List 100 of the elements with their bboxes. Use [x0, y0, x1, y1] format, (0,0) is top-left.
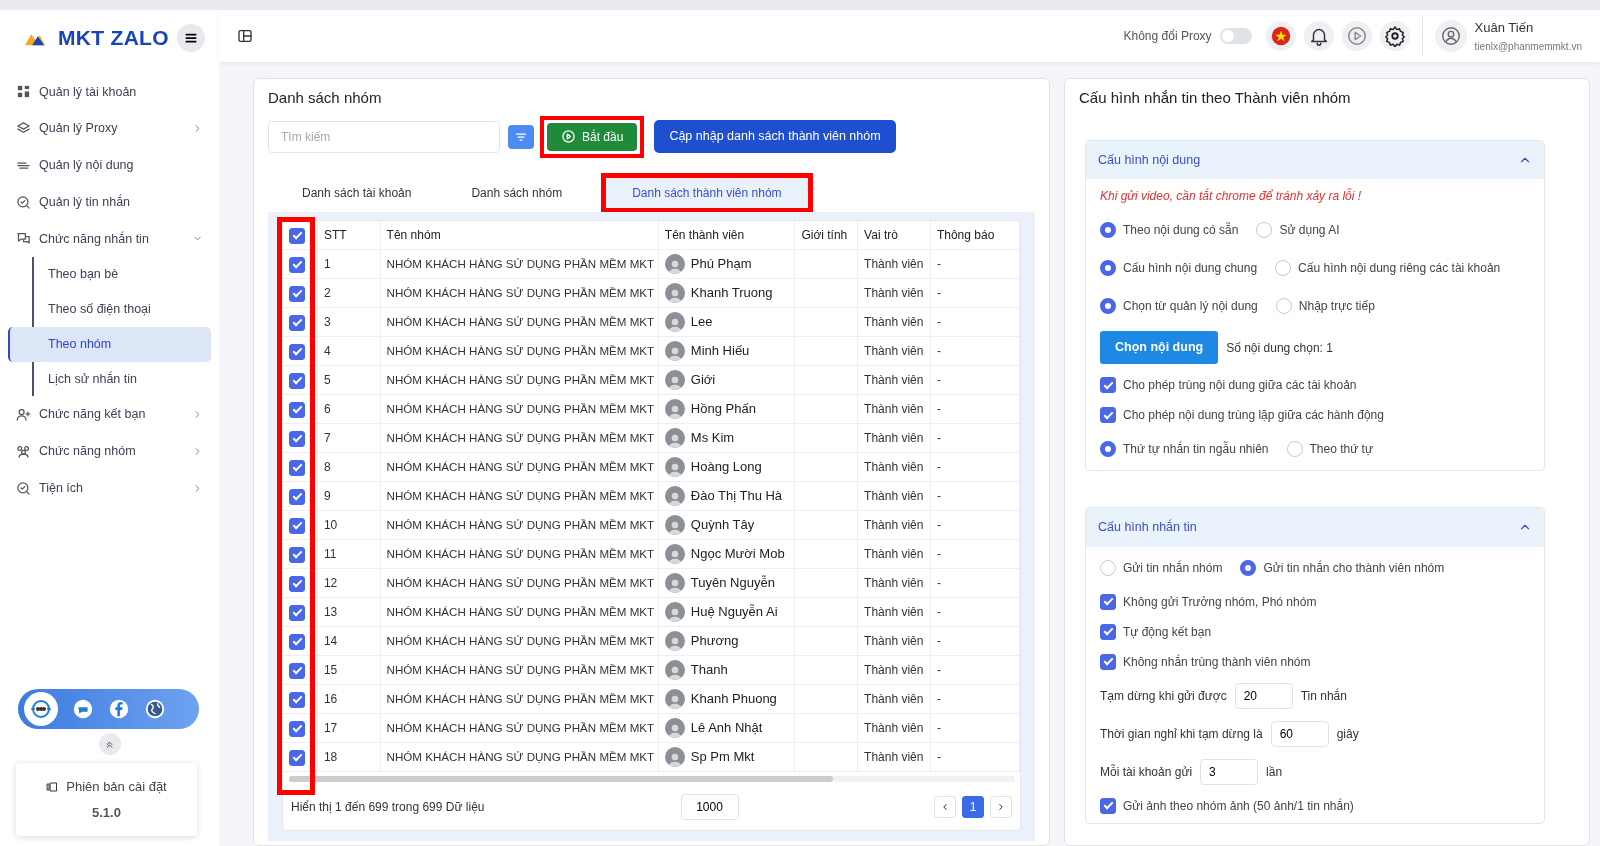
- radio-option[interactable]: Cấu hình nội dung riêng các tài khoản: [1275, 259, 1501, 278]
- table-cell: 1: [317, 249, 381, 279]
- table-cell: 15: [317, 655, 381, 685]
- number-field[interactable]: 60: [1270, 720, 1329, 747]
- number-field[interactable]: 3: [1200, 758, 1259, 785]
- table-cell: NHÓM KHÁCH HÀNG SỬ DỤNG PHẦN MỀM MKT: [380, 365, 659, 395]
- member-name: Quỳnh Tây: [690, 516, 755, 532]
- update-members-button[interactable]: Cập nhập danh sách thành viên nhóm: [654, 120, 896, 153]
- user-avatar-icon[interactable]: [1439, 25, 1462, 47]
- checkbox[interactable]: [289, 662, 305, 679]
- checkbox[interactable]: [289, 517, 305, 534]
- play-icon[interactable]: [1345, 25, 1368, 47]
- checkbox[interactable]: [289, 256, 305, 273]
- radio-option[interactable]: Cấu hình nội dung chung: [1100, 259, 1258, 278]
- table-cell: Thành viên: [857, 423, 931, 453]
- proxy-toggle[interactable]: [1219, 28, 1252, 44]
- sidebar-item[interactable]: Chức năng nhắn tin: [8, 220, 211, 258]
- checkbox[interactable]: [289, 401, 305, 418]
- table-cell: Thành viên: [857, 481, 931, 511]
- sidebar-item[interactable]: Quản lý tài khoản: [8, 73, 211, 111]
- checkbox[interactable]: [289, 691, 305, 708]
- checkbox[interactable]: [289, 604, 305, 621]
- checkbox-option[interactable]: Không gửi Trưởng nhóm, Phó nhóm: [1100, 592, 1317, 611]
- checkbox[interactable]: [289, 285, 305, 302]
- tab[interactable]: Danh sách thành viên nhóm: [602, 173, 812, 212]
- checkbox[interactable]: [289, 633, 305, 650]
- checkbox[interactable]: [289, 720, 305, 737]
- submenu-item[interactable]: Lịch sử nhắn tin: [32, 361, 211, 397]
- checkbox[interactable]: [289, 314, 305, 331]
- submenu-item[interactable]: Theo nhóm: [8, 326, 211, 362]
- checkbox-option[interactable]: Cho phép nội dung trùng lặp giữa các hành động: [1100, 406, 1384, 424]
- panel-title: Danh sách nhóm: [268, 88, 383, 108]
- radio-option[interactable]: Nhập trực tiếp: [1275, 297, 1375, 316]
- facebook-icon[interactable]: [108, 698, 130, 720]
- layout-icon[interactable]: [237, 28, 253, 44]
- table-cell: -: [930, 423, 1020, 453]
- table-cell: -: [930, 539, 1020, 569]
- page-size-field[interactable]: 1000: [680, 794, 739, 820]
- proxy-label: Không đổi Proxy: [1123, 28, 1212, 45]
- member-name: Ms Kim: [690, 429, 735, 445]
- table-cell: Thành viên: [857, 249, 931, 279]
- radio-option[interactable]: Gửi tin nhắn nhóm: [1100, 558, 1223, 577]
- column-header: Vai trò: [857, 220, 931, 250]
- section-header[interactable]: Cấu hình nội dung: [1086, 140, 1544, 180]
- table-cell: NHÓM KHÁCH HÀNG SỬ DỤNG PHẦN MỀM MKT: [380, 597, 659, 627]
- collapse-button[interactable]: [98, 733, 121, 755]
- checkbox[interactable]: [289, 546, 305, 563]
- radio-option[interactable]: Theo nội dung có sẵn: [1100, 221, 1239, 240]
- globe-icon[interactable]: [144, 698, 166, 720]
- table-cell: NHÓM KHÁCH HÀNG SỬ DỤNG PHẦN MỀM MKT: [380, 742, 659, 772]
- tab[interactable]: Danh sách tài khoản: [272, 173, 442, 212]
- radio-option[interactable]: Thứ tự nhắn tin ngẫu nhiên: [1100, 440, 1269, 458]
- filter-button[interactable]: [508, 124, 534, 149]
- table-cell: NHÓM KHÁCH HÀNG SỬ DỤNG PHẦN MỀM MKT: [380, 539, 659, 569]
- menu-button[interactable]: [177, 23, 205, 52]
- sidebar-item[interactable]: Quản lý tin nhắn: [8, 183, 211, 221]
- checkbox[interactable]: [289, 343, 305, 360]
- table-cell: 9: [317, 481, 381, 511]
- checkbox-option[interactable]: Gửi ảnh theo nhóm ảnh (50 ảnh/1 tin nhắn): [1100, 796, 1354, 815]
- checkbox[interactable]: [289, 575, 305, 592]
- checkbox[interactable]: [289, 459, 305, 476]
- column-header: Giới tính: [794, 220, 858, 250]
- radio-option[interactable]: Theo thứ tự: [1286, 440, 1373, 458]
- checkbox-option[interactable]: Cho phép trùng nội dung giữa các tài khoản: [1100, 376, 1357, 394]
- tab[interactable]: Danh sách nhóm: [441, 173, 593, 212]
- panel-title: Cấu hình nhắn tin theo Thành viên nhóm: [1079, 88, 1352, 108]
- page-button[interactable]: 1: [962, 796, 984, 818]
- radio-option[interactable]: Sử dụng AI: [1256, 221, 1340, 240]
- radio-option[interactable]: Gửi tin nhắn cho thành viên nhóm: [1240, 558, 1445, 577]
- checkbox-option[interactable]: Không nhắn trùng thành viên nhóm: [1100, 652, 1311, 671]
- number-field[interactable]: 20: [1234, 682, 1293, 709]
- table-cell: NHÓM KHÁCH HÀNG SỬ DỤNG PHẦN MỀM MKT: [380, 307, 659, 337]
- settings-icon[interactable]: [1383, 25, 1406, 47]
- checkbox[interactable]: [289, 430, 305, 447]
- support-icon[interactable]: [29, 697, 53, 721]
- section-header[interactable]: Cấu hình nhắn tin: [1086, 508, 1544, 547]
- start-button[interactable]: Bắt đầu: [547, 122, 638, 151]
- radio-option[interactable]: Chọn từ quản lý nội dung: [1100, 297, 1258, 316]
- checkbox[interactable]: [289, 227, 305, 244]
- submenu-item[interactable]: Theo bạn bè: [32, 257, 211, 292]
- member-name: Minh Hiếu: [690, 342, 750, 358]
- scrollbar[interactable]: [289, 776, 833, 782]
- choose-content-button[interactable]: Chọn nội dung: [1100, 331, 1219, 364]
- member-name: Khanh Phuong: [690, 690, 777, 706]
- sidebar-item[interactable]: Tiện ích: [8, 469, 211, 507]
- sidebar-item[interactable]: Chức năng nhóm: [8, 433, 211, 470]
- table-cell: Thành viên: [857, 278, 931, 308]
- chat-icon[interactable]: [72, 698, 94, 720]
- field-label: Mỗi tài khoản gửi: [1100, 763, 1193, 781]
- sidebar-item[interactable]: Quản lý Proxy: [8, 110, 211, 147]
- table-cell: NHÓM KHÁCH HÀNG SỬ DỤNG PHẦN MỀM MKT: [380, 249, 659, 279]
- sidebar-item[interactable]: Chức năng kết bạn: [8, 396, 211, 433]
- table-cell: 11: [317, 539, 381, 569]
- checkbox[interactable]: [289, 749, 305, 766]
- sidebar-item[interactable]: Quản lý nội dung: [8, 147, 211, 184]
- checkbox[interactable]: [289, 372, 305, 389]
- flag-icon[interactable]: [1269, 25, 1292, 47]
- checkbox[interactable]: [289, 488, 305, 505]
- search-field[interactable]: Tìm kiếm: [268, 120, 500, 153]
- checkbox-option[interactable]: Tự động kết bạn: [1100, 622, 1212, 641]
